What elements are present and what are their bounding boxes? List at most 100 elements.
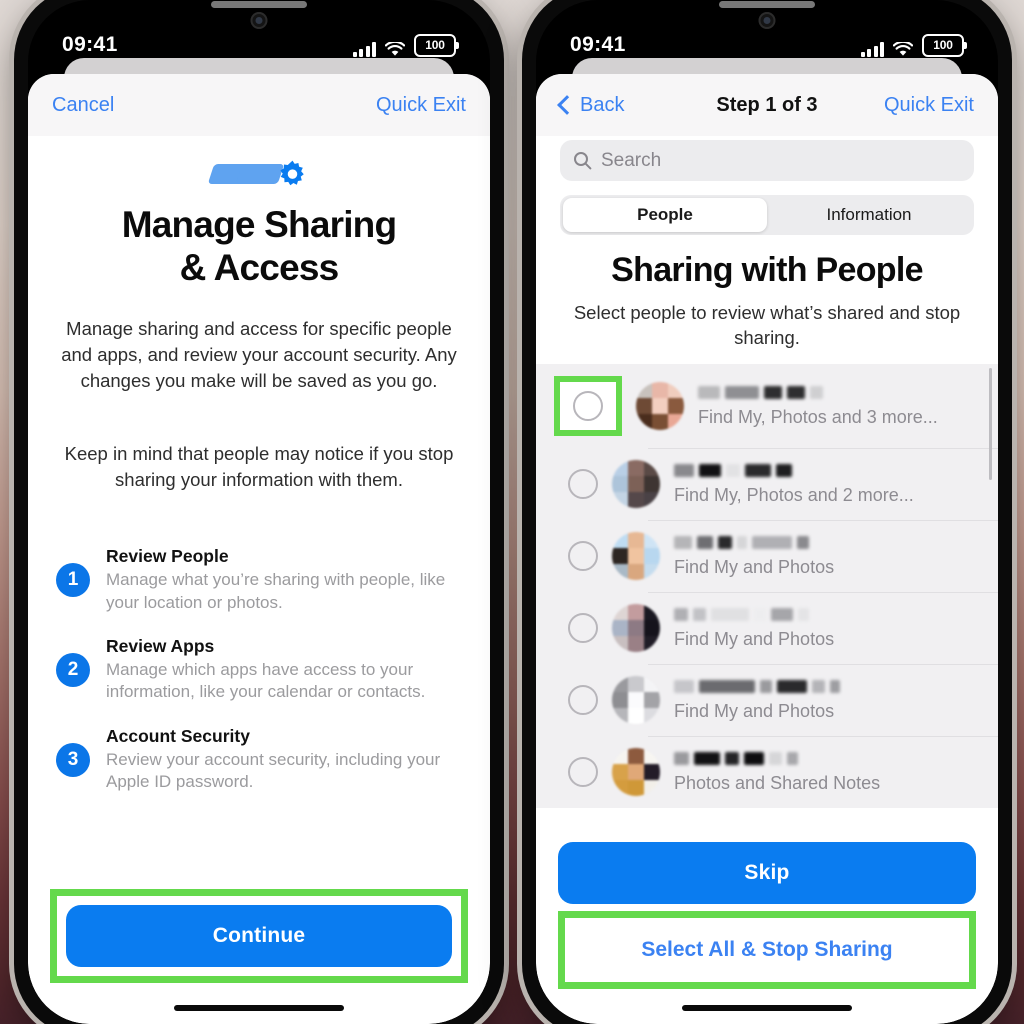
person-radio[interactable]: [568, 757, 598, 788]
person-shared-items: Photos and Shared Notes: [674, 772, 881, 793]
search-section: Search: [536, 136, 998, 181]
status-bar-right: 09:41 100: [536, 28, 998, 62]
skip-button[interactable]: Skip: [558, 842, 976, 904]
step-title: Review People: [106, 546, 229, 567]
person-name-redacted: [674, 679, 980, 694]
person-name-redacted: [674, 535, 980, 550]
step-number-badge: 1: [56, 563, 90, 598]
list-item[interactable]: Find My and Photos: [536, 520, 998, 592]
intro-content: Manage Sharing & Access Manage sharing a…: [28, 136, 490, 889]
segmented-control-section: People Information: [536, 181, 998, 235]
person-shared-items: Find My and Photos: [674, 700, 835, 721]
back-button[interactable]: Back: [557, 93, 625, 117]
battery-icon: 100: [414, 33, 459, 57]
person-details: Find My and Photos: [674, 607, 980, 650]
step-title: Account Security: [106, 725, 250, 746]
people-list: Find My, Photos and 3 more... Find My, P…: [536, 364, 998, 809]
back-button-label: Back: [580, 93, 625, 116]
step-text: Account Security Review your account sec…: [106, 726, 462, 794]
avatar: [612, 460, 660, 509]
chevron-left-icon: [557, 95, 577, 115]
gear-icon: [280, 160, 304, 186]
battery-level: 100: [425, 38, 445, 52]
person-shared-items: Find My, Photos and 3 more...: [698, 406, 938, 427]
phone-right-screen: 09:41 100 Back Step 1 of 3 Quick Exit Se…: [536, 0, 998, 1024]
battery-icon: 100: [922, 33, 967, 57]
screenshot-stage: 09:41 100 Cancel Quick Exit Manage Shari…: [0, 0, 1024, 1024]
wifi-icon: [893, 41, 913, 57]
cancel-button[interactable]: Cancel: [52, 94, 114, 117]
continue-highlight-box: Continue: [50, 889, 468, 983]
cellular-signal-icon: [860, 41, 884, 57]
person-name-redacted: [674, 463, 980, 478]
vertical-scrollbar[interactable]: [989, 368, 992, 481]
phone-left-screen: 09:41 100 Cancel Quick Exit Manage Shari…: [28, 0, 490, 1024]
step-title: Review Apps: [106, 636, 215, 657]
footer-left: Continue: [28, 889, 490, 1024]
person-shared-items: Find My, Photos and 2 more...: [674, 484, 914, 505]
nav-bar-left: Cancel Quick Exit: [28, 74, 490, 136]
person-shared-items: Find My and Photos: [674, 556, 835, 577]
step-text: Review Apps Manage which apps have acces…: [106, 636, 462, 704]
tab-people[interactable]: People: [563, 198, 767, 232]
search-icon: [574, 152, 592, 170]
section-subtitle: Select people to review what’s shared an…: [573, 302, 961, 349]
home-indicator[interactable]: [174, 1005, 344, 1011]
list-item[interactable]: Find My, Photos and 2 more...: [536, 448, 998, 520]
intro-paragraph-2: Keep in mind that people may notice if y…: [64, 443, 454, 491]
quick-exit-button[interactable]: Quick Exit: [884, 94, 974, 117]
step-description: Manage what you’re sharing with people, …: [106, 570, 446, 612]
section-header: Sharing with People Select people to rev…: [536, 235, 998, 351]
cellular-signal-icon: [352, 41, 376, 57]
step-item: 3 Account Security Review your account s…: [56, 726, 462, 794]
person-details: Photos and Shared Notes: [674, 751, 980, 794]
page-title-line-2: & Access: [179, 246, 340, 288]
avatar: [612, 676, 660, 725]
step-item: 2 Review Apps Manage which apps have acc…: [56, 636, 462, 704]
sharing-settings-icon: [207, 154, 309, 196]
person-radio[interactable]: [568, 541, 598, 572]
continue-button[interactable]: Continue: [66, 905, 452, 967]
footer-right: Skip Select All & Stop Sharing: [536, 842, 998, 1024]
phone-left: 09:41 100 Cancel Quick Exit Manage Shari…: [14, 0, 504, 1024]
segmented-control: People Information: [560, 195, 974, 235]
status-time: 09:41: [62, 33, 118, 56]
earpiece-speaker: [211, 1, 307, 8]
avatar: [612, 748, 660, 797]
modal-sheet-right: Back Step 1 of 3 Quick Exit Search Peopl…: [536, 74, 998, 1024]
quick-exit-button[interactable]: Quick Exit: [376, 94, 466, 117]
person-details: Find My, Photos and 3 more...: [698, 385, 980, 428]
select-all-stop-sharing-button[interactable]: Select All & Stop Sharing: [574, 922, 960, 978]
person-details: Find My and Photos: [674, 679, 980, 722]
person-name-redacted: [674, 751, 980, 766]
nav-bar-right: Back Step 1 of 3 Quick Exit: [536, 74, 998, 136]
person-details: Find My, Photos and 2 more...: [674, 463, 980, 506]
status-bar-left: 09:41 100: [28, 28, 490, 62]
list-item[interactable]: Find My and Photos: [536, 592, 998, 664]
front-camera-icon: [250, 12, 268, 29]
home-indicator[interactable]: [682, 1005, 852, 1011]
people-list-scroll-area[interactable]: Find My, Photos and 3 more... Find My, P…: [536, 364, 998, 842]
step-description: Review your account security, including …: [106, 749, 441, 792]
wifi-icon: [385, 41, 405, 57]
search-input[interactable]: Search: [560, 140, 974, 181]
person-shared-items: Find My and Photos: [674, 628, 835, 649]
tab-information[interactable]: Information: [767, 198, 971, 232]
person-radio[interactable]: [573, 391, 603, 422]
step-number-badge: 2: [56, 652, 90, 687]
list-item[interactable]: Find My and Photos: [536, 664, 998, 736]
person-radio[interactable]: [568, 613, 598, 644]
step-number-badge: 3: [56, 742, 90, 777]
page-title: Manage Sharing & Access: [56, 204, 462, 290]
person-radio[interactable]: [568, 469, 598, 500]
status-time: 09:41: [570, 33, 626, 56]
list-item[interactable]: Find My, Photos and 3 more...: [536, 364, 998, 448]
radio-highlight-box: [554, 376, 622, 437]
search-placeholder: Search: [601, 149, 662, 171]
person-radio[interactable]: [568, 685, 598, 716]
steps-list: 1 Review People Manage what you’re shari…: [56, 546, 462, 816]
front-camera-icon: [758, 12, 776, 29]
list-item[interactable]: Photos and Shared Notes: [536, 736, 998, 808]
phone-right: 09:41 100 Back Step 1 of 3 Quick Exit Se…: [522, 0, 1012, 1024]
step-text: Review People Manage what you’re sharing…: [106, 546, 462, 614]
